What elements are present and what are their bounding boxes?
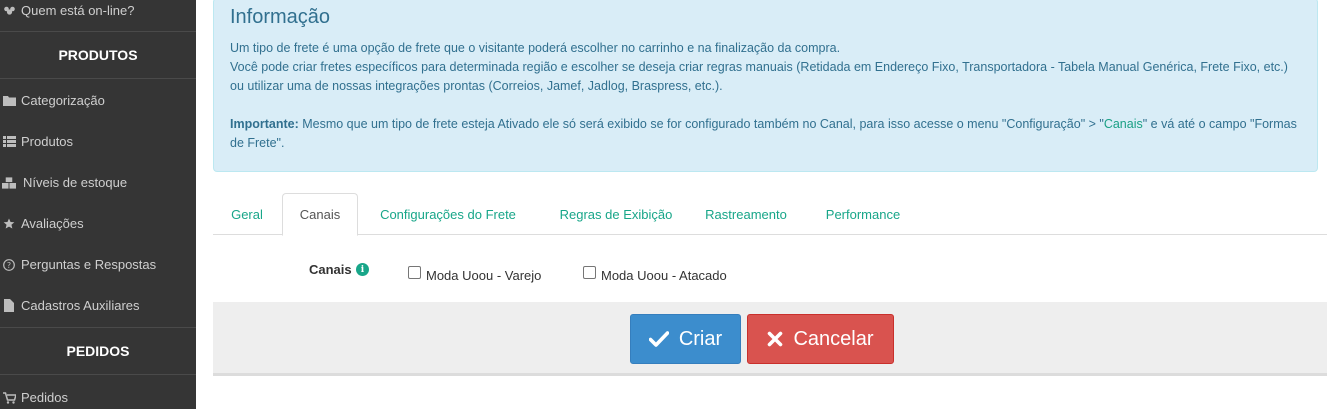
create-button[interactable]: Criar bbox=[630, 314, 741, 364]
important-text-before: Mesmo que um tipo de frete esteja Ativad… bbox=[298, 117, 1104, 131]
sidebar-item-label: Quem está on-line? bbox=[21, 3, 135, 18]
sidebar-item-perguntas[interactable]: ? Perguntas e Respostas bbox=[0, 244, 196, 285]
list-icon bbox=[2, 135, 16, 149]
info-line-1: Um tipo de frete é uma opção de frete qu… bbox=[230, 41, 841, 55]
form-actions: Criar Cancelar bbox=[213, 302, 1327, 376]
sidebar-item-label: Produtos bbox=[21, 134, 74, 149]
tab-rastreamento[interactable]: Rastreamento bbox=[694, 193, 798, 235]
info-icon[interactable]: i bbox=[356, 263, 369, 276]
sidebar-item-categorizacao[interactable]: Categorização bbox=[0, 80, 196, 121]
checkbox-atacado-label[interactable]: Moda Uoou - Atacado bbox=[601, 268, 727, 283]
cancel-button[interactable]: Cancelar bbox=[747, 314, 894, 364]
cancel-button-label: Cancelar bbox=[793, 327, 874, 350]
sidebar-item-label: Avaliações bbox=[21, 216, 84, 231]
tab-regras-exibicao[interactable]: Regras de Exibição bbox=[538, 193, 694, 235]
sidebar-item-avaliacoes[interactable]: Avaliações bbox=[0, 203, 196, 244]
tab-performance[interactable]: Performance bbox=[812, 193, 914, 235]
check-icon bbox=[648, 331, 669, 347]
cart-icon bbox=[2, 391, 16, 405]
create-button-label: Criar bbox=[678, 327, 723, 350]
canais-label: Canais bbox=[309, 262, 352, 277]
sidebar-section-produtos: PRODUTOS bbox=[0, 31, 196, 79]
sidebar-item-pedidos[interactable]: Pedidos bbox=[0, 377, 196, 409]
users-icon bbox=[2, 4, 16, 18]
tab-bar: Geral Canais Configurações do Frete Regr… bbox=[213, 193, 1327, 236]
sidebar-item-produtos[interactable]: Produtos bbox=[0, 121, 196, 162]
sidebar-item-niveis-estoque[interactable]: Níveis de estoque bbox=[0, 162, 196, 203]
checkbox-atacado[interactable] bbox=[583, 266, 596, 279]
sidebar-item-label: Perguntas e Respostas bbox=[21, 257, 157, 272]
star-icon bbox=[2, 217, 16, 231]
cubes-icon bbox=[2, 176, 16, 190]
sidebar-item-label: Níveis de estoque bbox=[23, 175, 128, 190]
info-alert: Informação Um tipo de frete é uma opção … bbox=[213, 0, 1318, 172]
sidebar-item-online[interactable]: Quem está on-line? bbox=[0, 0, 196, 31]
sidebar: Quem está on-line? PRODUTOS Categorizaçã… bbox=[0, 0, 196, 409]
important-label: Importante: bbox=[230, 117, 299, 131]
sidebar-section-pedidos: PEDIDOS bbox=[0, 327, 196, 375]
canais-link[interactable]: Canais bbox=[1104, 117, 1143, 131]
svg-text:?: ? bbox=[7, 261, 11, 270]
tab-canais[interactable]: Canais bbox=[282, 193, 358, 236]
folder-icon bbox=[2, 94, 16, 108]
sidebar-item-cadastros[interactable]: Cadastros Auxiliares bbox=[0, 285, 196, 326]
sidebar-item-label: Pedidos bbox=[21, 390, 68, 405]
tab-configuracoes-frete[interactable]: Configurações do Frete bbox=[363, 193, 533, 235]
sidebar-item-label: Categorização bbox=[21, 93, 105, 108]
file-icon bbox=[2, 299, 16, 313]
close-icon bbox=[767, 331, 783, 347]
tab-geral[interactable]: Geral bbox=[213, 193, 281, 235]
info-line-2: Você pode criar fretes específicos para … bbox=[230, 60, 1288, 93]
checkbox-varejo[interactable] bbox=[408, 266, 421, 279]
checkbox-varejo-label[interactable]: Moda Uoou - Varejo bbox=[426, 268, 541, 283]
info-important: Importante: Mesmo que um tipo de frete e… bbox=[230, 115, 1305, 153]
sidebar-item-label: Cadastros Auxiliares bbox=[21, 298, 140, 313]
info-title: Informação bbox=[230, 6, 331, 28]
question-circle-icon: ? bbox=[2, 258, 16, 272]
